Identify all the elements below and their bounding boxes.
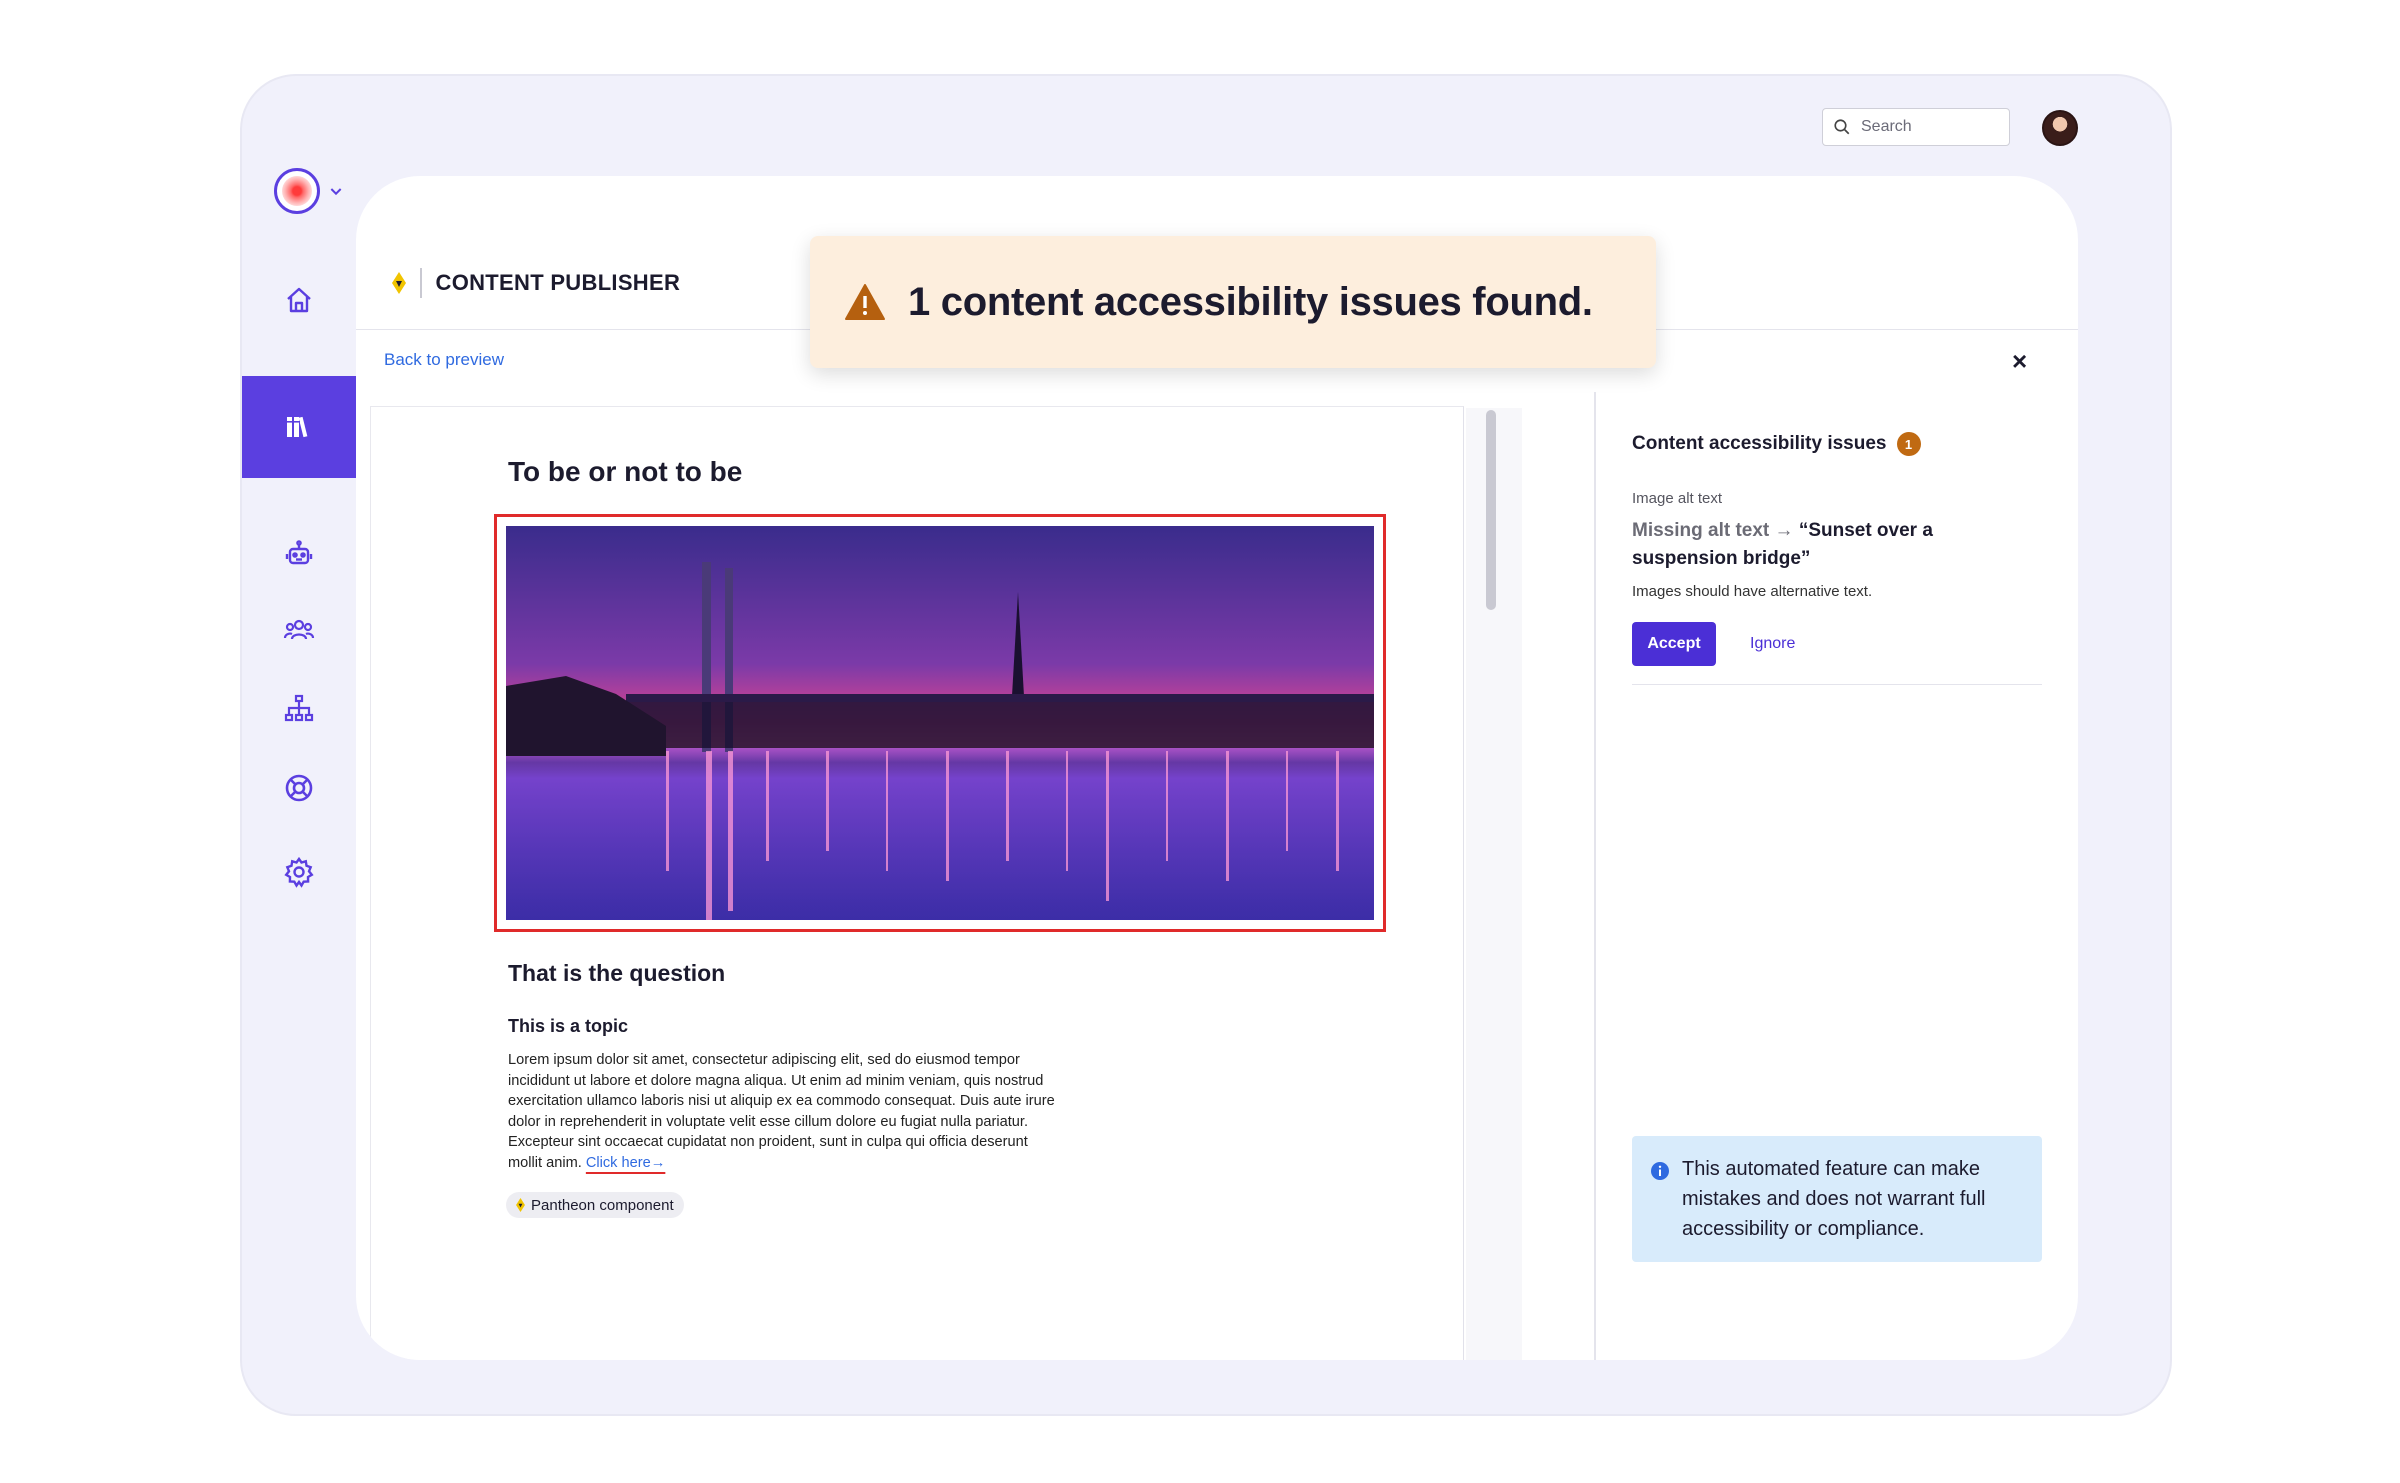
avatar[interactable] [2042,110,2078,146]
sidebar-item-settings[interactable] [242,842,356,902]
chevron-down-icon [328,183,344,199]
disclaimer-note: This automated feature can make mistakes… [1632,1136,2042,1262]
ignore-button[interactable]: Ignore [1750,635,1795,653]
workspace-logo [274,168,320,214]
accept-button[interactable]: Accept [1632,622,1716,666]
document-subtitle: That is the question [508,960,725,987]
scrollbar-thumb[interactable] [1486,410,1496,610]
sidebar-item-support[interactable] [242,758,356,818]
workspace-switcher[interactable] [274,168,344,214]
sidebar-item-sitemap[interactable] [242,678,356,738]
chip-label: Pantheon component [531,1197,674,1214]
search-placeholder: Search [1861,118,1912,136]
search-icon [1833,118,1851,136]
sidebar-item-bot[interactable] [242,524,356,584]
pantheon-logo-icon [516,1198,525,1212]
click-here-link[interactable]: Click here→ [586,1155,665,1171]
brand-divider [420,268,422,298]
search-input[interactable]: Search [1822,108,2010,146]
issues-heading-label: Content accessibility issues [1632,433,1887,455]
brand: CONTENT PUBLISHER [392,268,680,298]
arrow: → [1769,520,1799,541]
issues-panel: Content accessibility issues 1 Image alt… [1632,432,2042,685]
bridge-image [506,526,1374,920]
robot-icon [283,538,315,570]
back-to-preview-link[interactable]: Back to preview [384,350,504,370]
document-topic: This is a topic [508,1016,628,1037]
gear-icon [283,856,315,888]
sidebar-item-library[interactable] [242,376,356,478]
toast-message: 1 content accessibility issues found. [908,280,1593,325]
issue-actions: Accept Ignore [1632,622,2042,685]
body-text: Lorem ipsum dolor sit amet, consectetur … [508,1052,1055,1171]
issue-suggestion: Missing alt text → “Sunset over a suspen… [1632,517,2042,573]
document-body: Lorem ipsum dolor sit amet, consectetur … [508,1050,1056,1174]
info-icon [1650,1161,1670,1181]
pantheon-logo-icon [392,272,406,294]
panel-divider [1594,392,1596,1360]
close-icon[interactable]: × [2012,346,2027,377]
flagged-image-outline[interactable] [494,514,1386,932]
lifebuoy-icon [283,772,315,804]
sidebar-item-users[interactable] [242,600,356,660]
missing-alt-label: Missing alt text [1632,520,1769,541]
issue-description: Images should have alternative text. [1632,583,2042,600]
library-icon [283,411,315,443]
home-icon [283,284,315,316]
warning-icon [844,283,886,321]
sidebar-item-home[interactable] [242,270,356,330]
page-title: CONTENT PUBLISHER [436,270,681,296]
sitemap-icon [283,692,315,724]
issue-count-badge: 1 [1897,432,1921,456]
issues-heading: Content accessibility issues 1 [1632,432,2042,456]
accessibility-toast: 1 content accessibility issues found. [810,236,1656,368]
pantheon-component-chip: Pantheon component [506,1192,684,1218]
document-title: To be or not to be [508,456,742,488]
disclaimer-text: This automated feature can make mistakes… [1682,1158,1986,1240]
users-icon [283,614,315,646]
issue-type: Image alt text [1632,490,2042,507]
